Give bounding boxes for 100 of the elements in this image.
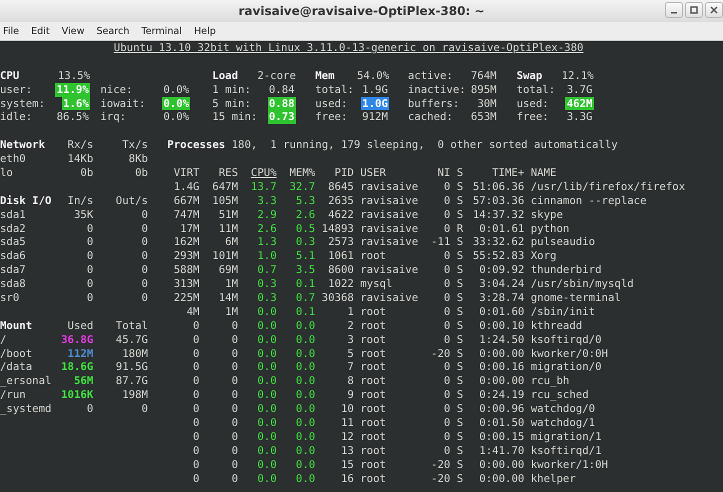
stat-value: 3.3G (566, 110, 594, 124)
table-cell-text: pulseaudio (530, 235, 596, 250)
stat-label: free: (516, 110, 550, 124)
table-cell-text: S (456, 318, 464, 333)
table-cell-text: 56M (72, 374, 94, 388)
table-cell-text: 0.0 (256, 374, 277, 388)
stat-value: 0.0% (162, 82, 190, 97)
menu-item[interactable]: Help (190, 26, 221, 36)
table-cell-text: 0.0 (294, 444, 316, 458)
column-header[interactable]: S (456, 166, 464, 180)
table-cell-text: python (530, 222, 570, 236)
table-cell-text: 0.0 (294, 318, 316, 333)
table-cell-text: 1M (224, 277, 238, 292)
table-cell-text: 1016K (60, 388, 94, 402)
table-cell-text: S (456, 180, 464, 194)
stat-label: inactive: (408, 82, 466, 97)
table-cell-text: root (359, 318, 387, 333)
table-cell-text: lo (0, 166, 14, 180)
stat-label: 5 min: (212, 96, 252, 110)
table-cell-text: S (456, 291, 464, 305)
table-cell-text: /sbin/init (530, 304, 596, 319)
table-cell-text: 16 (340, 472, 354, 486)
section-value: 54.0% (356, 68, 390, 82)
table-cell-text: 0.0 (256, 304, 277, 319)
close-button[interactable] (705, 2, 723, 18)
table-cell-text: S (456, 416, 464, 430)
table-cell-text: root (359, 360, 387, 374)
menu-item[interactable]: Terminal (138, 26, 187, 36)
table-cell-text: 0 (230, 430, 238, 444)
table-cell-text: kthreadd (530, 318, 584, 333)
column-header: Tx/s (121, 138, 148, 152)
table-cell-text: khelper (530, 472, 577, 486)
table-cell-text: 13.7 (250, 180, 277, 194)
minimize-button[interactable] (665, 2, 683, 18)
table-cell-text: 0 (192, 430, 200, 444)
table-cell-text: 0 (442, 208, 450, 222)
table-cell-text: root (359, 374, 387, 388)
table-cell-text: 0 (192, 332, 200, 347)
table-cell-text: 1:41.70 (478, 444, 524, 458)
table-cell-text: 51:06.36 (472, 180, 524, 194)
table-cell-text: /data (0, 360, 34, 374)
table-cell-text: 35K (72, 208, 94, 222)
column-header[interactable]: RES (218, 166, 238, 180)
column-header[interactable]: CPU% (250, 166, 277, 180)
table-cell-text: 0 (442, 402, 450, 416)
column-header[interactable]: VIRT (174, 166, 200, 180)
table-cell-text: 0.5 (294, 222, 316, 236)
table-cell-text: 5 (346, 346, 354, 360)
stat-value: 86.5% (56, 110, 90, 124)
table-cell-text: 0 (140, 263, 148, 278)
table-cell-text: 3.5 (294, 263, 316, 278)
column-header[interactable]: MEM% (289, 166, 316, 180)
stat-value: 1.0G (360, 96, 390, 110)
table-cell-text: 0 (230, 444, 238, 458)
table-cell-text: root (359, 304, 387, 319)
stat-label: system: (0, 96, 46, 110)
maximize-button[interactable] (685, 2, 703, 18)
table-cell-text: 0 (140, 291, 148, 305)
table-cell-text: 0 (442, 444, 450, 458)
stat-label: used: (315, 96, 348, 110)
table-cell-text: 14Kb (66, 152, 94, 166)
table-cell-text: 0 (230, 346, 238, 360)
table-cell-text: 747M (172, 208, 200, 222)
section-title: Processes (167, 138, 226, 152)
table-cell-text: 0.1 (294, 277, 316, 292)
stat-value: 3.7G (566, 82, 594, 97)
table-cell-text: ravisaive (359, 194, 420, 208)
table-cell-text: 1.0 (256, 249, 277, 264)
table-cell-text: root (359, 332, 387, 347)
stat-value: 462M (565, 96, 594, 110)
table-cell-text: 0 (230, 416, 238, 430)
table-cell-text: rcu_bh (530, 374, 570, 388)
column-header[interactable]: PID (334, 166, 354, 180)
column-header[interactable]: NI (437, 166, 450, 180)
column-header: Used (66, 318, 94, 333)
column-header[interactable]: USER (360, 166, 386, 180)
table-cell-text: 14:37.32 (472, 208, 524, 222)
table-cell-text: 0.0 (256, 472, 277, 486)
stat-label: user: (0, 82, 34, 97)
table-cell-text: S (456, 458, 464, 472)
menu-item[interactable]: Search (93, 26, 134, 36)
table-cell-text: 8Kb (128, 152, 148, 166)
menu-item[interactable]: View (58, 26, 90, 36)
table-cell-text: 0 (192, 416, 200, 430)
column-header[interactable]: TIME+ (492, 166, 524, 180)
table-cell-text: 0.1 (294, 304, 316, 319)
table-cell-text: /run (0, 388, 27, 402)
menu-item[interactable]: Edit (28, 26, 55, 36)
table-cell-text: sda1 (0, 208, 27, 222)
table-cell-text: 0:01.50 (478, 416, 524, 430)
table-cell-text: 0b (79, 166, 94, 180)
table-cell-text: 1:24.50 (478, 332, 524, 347)
table-cell-text: 7 (346, 360, 354, 374)
menu-item[interactable]: File (0, 26, 24, 36)
table-cell-text: 0 (230, 318, 238, 333)
table-cell-text: 18.6G (60, 360, 94, 374)
column-header[interactable]: NAME (530, 166, 556, 180)
table-cell-text: 2635 (327, 194, 354, 208)
table-cell-text: 0 (86, 222, 94, 236)
stat-value: 0.0% (162, 110, 190, 124)
